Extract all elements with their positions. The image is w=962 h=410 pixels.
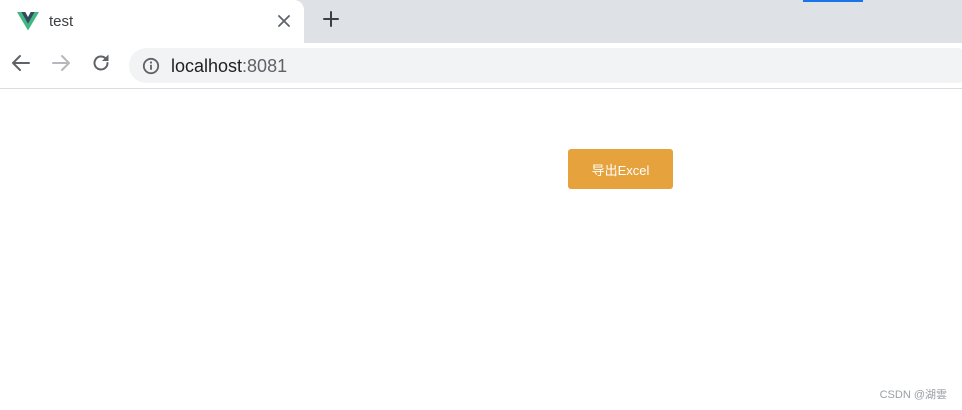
close-icon[interactable] [274, 11, 294, 31]
watermark: CSDN @湖雲 [879, 389, 947, 401]
url-port: :8081 [242, 56, 288, 76]
arrow-right-icon [51, 53, 71, 78]
address-bar[interactable]: localhost:8081 [129, 48, 962, 83]
tab-title: test [49, 13, 74, 30]
plus-icon [323, 10, 339, 32]
new-tab-button[interactable] [320, 10, 342, 32]
url-text: localhost:8081 [171, 56, 287, 76]
export-excel-button[interactable]: 导出Excel [568, 149, 673, 189]
url-host: localhost [171, 56, 243, 76]
tabstrip-accent-bar [803, 0, 863, 2]
tab-test[interactable]: test [0, 0, 304, 43]
arrow-left-icon [11, 53, 31, 78]
reload-button[interactable] [89, 53, 113, 77]
back-button[interactable] [9, 53, 33, 77]
info-icon[interactable] [142, 57, 160, 75]
forward-button[interactable] [49, 53, 73, 77]
vue-logo-icon [17, 11, 39, 31]
browser-toolbar: localhost:8081 [0, 43, 962, 89]
page-content: 导出Excel CSDN @湖雲 [0, 89, 962, 410]
reload-icon [91, 53, 111, 78]
tab-strip: test [0, 0, 962, 43]
